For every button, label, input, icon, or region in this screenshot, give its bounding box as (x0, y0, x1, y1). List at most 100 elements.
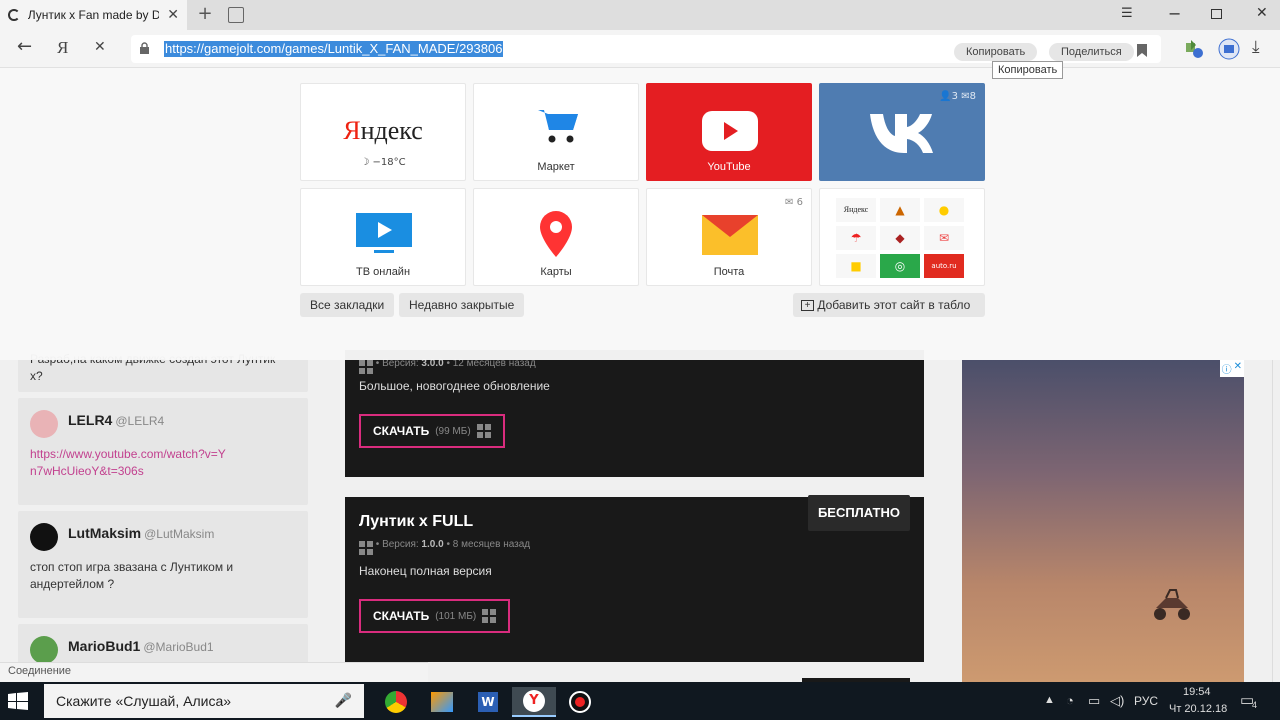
download-button[interactable]: СКАЧАТЬ (101 МБ) (359, 599, 511, 633)
recorder-icon[interactable] (558, 687, 602, 717)
status-bar: Соединение (0, 662, 428, 682)
maximize-icon[interactable] (1211, 9, 1222, 19)
reader-icon[interactable] (1218, 38, 1240, 60)
comment-card: LELR4 @LELR4 https://www.youtube.com/watc… (18, 398, 308, 505)
address-bar-row: ← Я ✕ https://gamejolt.com/games/Luntik_… (0, 30, 1280, 68)
download-button[interactable]: СКАЧАТЬ (99 МБ) (359, 414, 505, 448)
comment-text: стоп стоп игра звазана с Лунтиком и анде… (30, 560, 234, 591)
tile-yandex[interactable]: Яндекс ☽ −18°C (300, 83, 466, 181)
comment-author[interactable]: MarioBud1 @MarioBud1 (68, 638, 214, 654)
avatar[interactable] (30, 410, 58, 438)
lock-icon (140, 42, 149, 54)
tile-label: Карты (540, 266, 572, 278)
avatar[interactable] (30, 636, 58, 664)
tabs-overview-icon[interactable] (228, 7, 244, 23)
share-button[interactable]: Поделиться (1049, 43, 1134, 61)
address-field[interactable]: https://gamejolt.com/games/Luntik_X_FAN_… (131, 35, 1161, 63)
yandex-icon[interactable]: Я (57, 38, 68, 58)
active-tab[interactable]: Лунтик x Fan made by D ✕ (0, 0, 187, 30)
tile-folder[interactable]: Яндекс ▲ ● ☂ ◆ ✉ ■ ◎ auto.ru (819, 188, 985, 286)
bookmark-icon[interactable] (1137, 44, 1147, 57)
menu-icon[interactable]: ☰ (1121, 6, 1133, 21)
folder-grid: Яндекс ▲ ● ☂ ◆ ✉ ■ ◎ auto.ru (836, 198, 972, 278)
paint-icon[interactable] (420, 687, 464, 717)
chrome-icon[interactable] (374, 687, 418, 717)
mini-note-icon: ■ (836, 254, 876, 278)
word-logo: W (478, 692, 498, 712)
release-description: Наконец полная версия (359, 564, 492, 578)
back-icon[interactable]: ← (17, 36, 32, 57)
volume-icon[interactable]: ◁) (1110, 693, 1124, 709)
ad-info-icon[interactable]: ⓘ (1222, 361, 1232, 376)
author-handle: @LutMaksim (144, 527, 215, 541)
network-icon[interactable]: ◔ (1066, 693, 1074, 708)
download-icon[interactable]: ⤓ (1252, 37, 1260, 57)
browser-window: Лунтик x Fan made by D ✕ + ☰ − ✕ ← Я ✕ h… (0, 0, 1280, 720)
ad-close-icon[interactable]: ✕ (1234, 361, 1242, 376)
avatar[interactable] (30, 523, 58, 551)
weather-text: ☽ −18°C (301, 157, 465, 168)
ad-banner[interactable]: ⓘ ✕ (962, 360, 1244, 682)
search-box[interactable]: Скажите «Слушай, Алиса» 🎤 (44, 684, 364, 718)
microphone-icon[interactable]: 🎤 (335, 692, 352, 709)
new-tab-button[interactable]: + (195, 5, 215, 25)
notification-count: 4 (1252, 700, 1258, 710)
youtube-play-icon (702, 111, 758, 151)
mini-green-icon: ◎ (880, 254, 920, 278)
author-name: LELR4 (68, 412, 113, 428)
tile-label: ТВ онлайн (355, 266, 411, 278)
tile-tv[interactable]: ТВ онлайн (300, 188, 466, 286)
free-badge: БЕСПЛАТНО (807, 495, 910, 531)
tile-maps[interactable]: Карты (473, 188, 639, 286)
release-title[interactable]: Лунтик x FULL (359, 513, 473, 531)
tab-title: Лунтик x Fan made by D (27, 8, 160, 22)
yandex-browser-logo: Y (523, 690, 545, 712)
release-date: 8 месяцев назад (452, 539, 531, 550)
minimize-icon[interactable]: − (1168, 4, 1181, 23)
word-icon[interactable]: W (466, 687, 510, 717)
url-text[interactable]: https://gamejolt.com/games/Luntik_X_FAN_… (164, 41, 504, 57)
mail-icon: ✉ (961, 91, 970, 102)
recently-closed-button[interactable]: Недавно закрытые (399, 293, 525, 317)
download-size: (101 МБ) (435, 610, 477, 622)
tile-youtube[interactable]: YouTube (646, 83, 812, 181)
all-bookmarks-button[interactable]: Все закладки (300, 293, 395, 317)
window-close-icon[interactable]: ✕ (1256, 5, 1268, 21)
extension-icon[interactable] (1183, 38, 1205, 60)
comment-link[interactable]: https://www.youtube.com/watch?v=Yn7wHcUi… (30, 446, 230, 480)
tab-close-icon[interactable]: ✕ (167, 7, 179, 23)
comment-card: LutMaksim @LutMaksim стоп стоп игра зваза… (18, 511, 308, 618)
moon-icon: ☽ (360, 157, 370, 168)
comment-author[interactable]: LELR4 @LELR4 (68, 412, 164, 428)
tile-market[interactable]: Маркет (473, 83, 639, 181)
tray-expand-icon[interactable]: ▲ (1044, 694, 1055, 706)
stop-icon[interactable]: ✕ (94, 39, 106, 55)
friends-count: 3 (951, 91, 959, 102)
taskbar: Скажите «Слушай, Алиса» 🎤 W Y ▲ ◔ ▭ ◁) РУ… (0, 682, 1280, 720)
yandex-browser-icon[interactable]: Y (512, 687, 556, 717)
copy-tooltip: Копировать (992, 61, 1064, 79)
tile-mail[interactable]: ✉ 6 Почта (646, 188, 812, 286)
start-windows-icon[interactable] (8, 692, 28, 710)
tile-vk[interactable]: 👤3 ✉8 (819, 83, 985, 181)
comment-author[interactable]: LutMaksim @LutMaksim (68, 525, 214, 541)
clock-time[interactable]: 19:54 (1183, 686, 1211, 698)
download-label: СКАЧАТЬ (373, 609, 430, 623)
release-card: • Версия: 3.0.0 • 12 месяцев назад Больш… (345, 350, 924, 477)
release-meta: • Версия: 1.0.0 • 8 месяцев назад (359, 539, 530, 555)
search-placeholder: Скажите «Слушай, Алиса» (56, 693, 232, 709)
add-site-button[interactable]: + Добавить этот сайт в табло (793, 293, 985, 317)
record-dot (575, 697, 585, 707)
loading-spinner-icon (8, 9, 20, 21)
copy-button[interactable]: Копировать (954, 43, 1038, 61)
release-description: Большое, новогоднее обновление (359, 379, 550, 393)
page-scrollbar[interactable] (1272, 360, 1280, 682)
battery-icon[interactable]: ▭ (1088, 693, 1100, 709)
envelope-icon (702, 215, 758, 255)
windows-icon (476, 424, 491, 438)
add-square-icon: + (801, 300, 814, 312)
clock-date[interactable]: Чт 20.12.18 (1169, 703, 1227, 715)
author-handle: @MarioBud1 (143, 640, 214, 654)
language-indicator[interactable]: РУС (1134, 694, 1158, 708)
author-name: MarioBud1 (68, 638, 141, 654)
